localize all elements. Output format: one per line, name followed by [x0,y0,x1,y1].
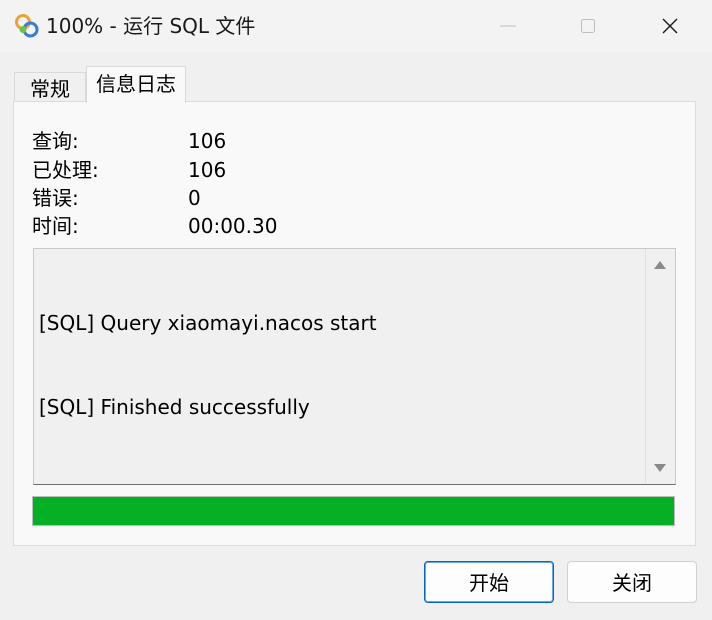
log-line: [SQL] Query xiaomayi.nacos start [39,311,377,335]
run-sql-file-dialog: 100% - 运行 SQL 文件 常规 信息日志 查询: 106 已处理: 10… [0,0,712,620]
minimize-icon [500,25,516,27]
progress-fill [33,497,674,525]
tab-info-log[interactable]: 信息日志 [86,66,186,103]
errors-label: 错误: [32,186,79,210]
query-label: 查询: [32,129,79,153]
start-button[interactable]: 开始 [424,561,554,603]
tab-general[interactable]: 常规 [14,72,86,103]
maximize-icon [581,19,595,33]
log-line: [SQL] Finished successfully [39,395,310,419]
scroll-down-arrow-icon[interactable] [654,464,666,472]
info-log-panel: 查询: 106 已处理: 106 错误: 0 时间: 00:00.30 [SQL… [13,101,696,546]
maximize-button[interactable] [548,0,628,52]
navicat-app-icon [15,14,39,38]
log-textarea[interactable]: [SQL] Query xiaomayi.nacos start [SQL] F… [33,248,676,485]
window-title: 100% - 运行 SQL 文件 [46,14,256,38]
progress-bar [32,496,675,526]
title-bar: 100% - 运行 SQL 文件 [0,0,712,52]
log-scrollbar[interactable] [645,249,675,484]
processed-value: 106 [188,158,227,182]
minimize-button[interactable] [468,0,548,52]
close-dialog-button[interactable]: 关闭 [567,561,697,603]
time-value: 00:00.30 [188,214,278,238]
log-lines: [SQL] Query xiaomayi.nacos start [SQL] F… [39,253,377,477]
scroll-up-arrow-icon[interactable] [654,261,666,269]
processed-label: 已处理: [32,158,99,182]
time-label: 时间: [32,214,79,238]
close-icon [662,18,678,34]
errors-value: 0 [188,186,201,210]
query-value: 106 [188,129,227,153]
close-button[interactable] [630,0,710,52]
